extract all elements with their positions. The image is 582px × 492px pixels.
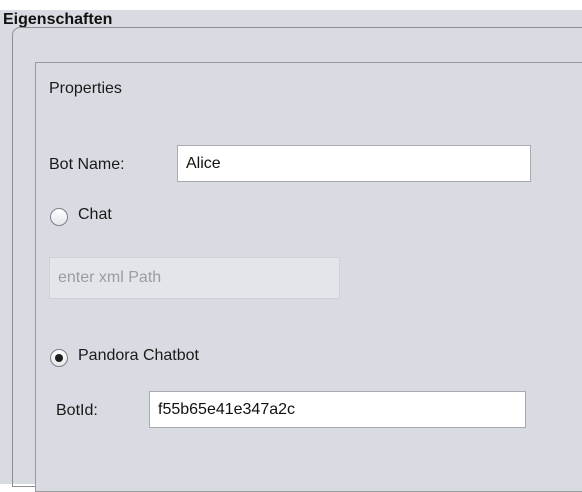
xml-path-input[interactable] bbox=[49, 257, 340, 299]
bot-name-input[interactable] bbox=[177, 145, 531, 182]
bot-name-label: Bot Name: bbox=[49, 156, 125, 173]
pandora-chatbot-label[interactable]: Pandora Chatbot bbox=[78, 347, 199, 365]
chat-radio[interactable] bbox=[50, 208, 68, 226]
radio-selected-dot bbox=[55, 354, 63, 362]
chat-radio-label[interactable]: Chat bbox=[78, 206, 112, 224]
pandora-chatbot-radio[interactable] bbox=[50, 349, 68, 367]
bot-id-label: BotId: bbox=[56, 402, 98, 419]
bot-id-input[interactable] bbox=[149, 391, 526, 428]
group-title: Properties bbox=[49, 80, 122, 97]
